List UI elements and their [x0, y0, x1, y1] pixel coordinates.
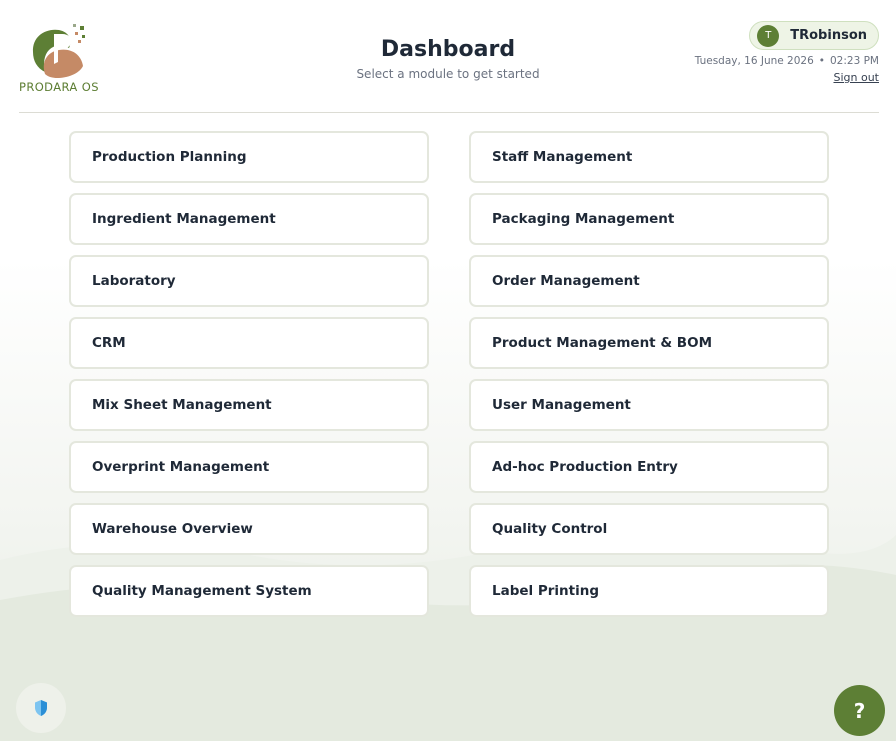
header-divider	[19, 112, 879, 113]
brand-name: PRODARA OS	[19, 80, 99, 94]
module-overprint-management[interactable]: Overprint Management	[69, 441, 429, 493]
sign-out-link[interactable]: Sign out	[833, 71, 879, 84]
shield-icon	[35, 700, 47, 716]
module-packaging-management[interactable]: Packaging Management	[469, 193, 829, 245]
top-header: PRODARA OS Dashboard Select a module to …	[0, 0, 896, 112]
module-production-planning[interactable]: Production Planning	[69, 131, 429, 183]
date-time: Tuesday, 16 June 2026 • 02:23 PM	[695, 55, 879, 67]
page-title: Dashboard	[380, 37, 516, 62]
brand-logo[interactable]: PRODARA OS	[19, 22, 99, 96]
separator-dot: •	[818, 55, 825, 67]
module-mix-sheet-management[interactable]: Mix Sheet Management	[69, 379, 429, 431]
user-name: TRobinson	[790, 28, 867, 43]
module-quality-management-system[interactable]: Quality Management System	[69, 565, 429, 617]
module-warehouse-overview[interactable]: Warehouse Overview	[69, 503, 429, 555]
module-order-management[interactable]: Order Management	[469, 255, 829, 307]
current-time: 02:23 PM	[830, 55, 879, 67]
logo-mark-icon	[32, 24, 85, 78]
module-ingredient-management[interactable]: Ingredient Management	[69, 193, 429, 245]
module-user-management[interactable]: User Management	[469, 379, 829, 431]
module-label-printing[interactable]: Label Printing	[469, 565, 829, 617]
avatar: T	[757, 24, 780, 47]
module-product-management-bom[interactable]: Product Management & BOM	[469, 317, 829, 369]
module-crm[interactable]: CRM	[69, 317, 429, 369]
module-quality-control[interactable]: Quality Control	[469, 503, 829, 555]
title-block: Dashboard Select a module to get started	[298, 36, 598, 81]
module-staff-management[interactable]: Staff Management	[469, 131, 829, 183]
user-menu[interactable]: T TRobinson	[749, 21, 879, 50]
module-laboratory[interactable]: Laboratory	[69, 255, 429, 307]
module-ad-hoc-production-entry[interactable]: Ad-hoc Production Entry	[469, 441, 829, 493]
module-grid: Production Planning Staff Management Ing…	[69, 131, 829, 617]
help-button[interactable]: ?	[834, 685, 885, 736]
current-date: Tuesday, 16 June 2026	[694, 55, 814, 67]
privacy-button[interactable]	[16, 683, 66, 733]
page-subtitle: Select a module to get started	[356, 67, 540, 81]
